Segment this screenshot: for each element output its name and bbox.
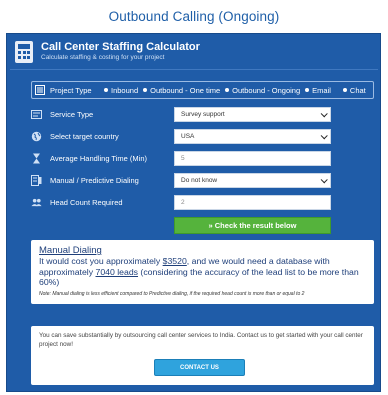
radio-outbound-one-time[interactable]: Outbound - One time <box>143 86 220 95</box>
result-box: Manual Dialing It would cost you approxi… <box>31 240 374 304</box>
hourglass-icon <box>31 153 42 164</box>
headcount-label: Head Count Required <box>50 197 123 207</box>
calculator-panel: Call Center Staffing Calculator Calculat… <box>6 33 381 392</box>
checklist-icon <box>35 85 45 95</box>
radio-inbound[interactable]: Inbound <box>104 86 138 95</box>
radio-dot-icon <box>305 88 310 92</box>
service-icon <box>31 109 42 120</box>
calculator-header: Call Center Staffing Calculator Calculat… <box>13 39 375 64</box>
phone-list-icon <box>31 174 42 186</box>
headcount-input[interactable]: 2 <box>174 195 331 210</box>
calculator-subtitle: Calculate staffing & costing for your pr… <box>41 54 165 61</box>
chevron-down-icon <box>320 110 328 118</box>
project-type-label: Project Type <box>50 85 92 95</box>
project-type-group: Project Type Inbound Outbound - One time… <box>31 81 374 99</box>
page-title: Outbound Calling (Ongoing) <box>108 9 280 24</box>
dialing-label: Manual / Predictive Dialing <box>50 175 139 185</box>
cost-value: $3520 <box>162 256 187 266</box>
globe-icon <box>31 131 42 142</box>
radio-chat[interactable]: Chat <box>342 86 366 95</box>
chevron-down-icon <box>320 132 328 140</box>
calculator-title: Call Center Staffing Calculator <box>41 41 200 53</box>
service-type-select[interactable]: Survey support <box>174 107 331 122</box>
calculator-icon <box>15 40 33 63</box>
service-type-label: Service Type <box>50 109 94 119</box>
users-icon <box>31 197 42 208</box>
header-divider <box>10 69 378 70</box>
contact-us-button[interactable]: CONTACT US <box>154 359 245 376</box>
radio-dot-icon <box>342 88 347 92</box>
radio-outbound-ongoing[interactable]: Outbound - Ongoing <box>225 86 300 95</box>
result-note: Note: Manual dialing is less efficient c… <box>39 290 305 297</box>
aht-input[interactable]: 5 <box>174 151 331 166</box>
radio-dot-icon <box>143 88 148 92</box>
check-result-button[interactable]: » Check the result below <box>174 217 331 234</box>
save-text: You can save substantially by outsourcin… <box>39 332 363 348</box>
country-select[interactable]: USA <box>174 129 331 144</box>
leads-value: 7040 leads <box>95 266 139 277</box>
radio-email[interactable]: Email <box>305 86 331 95</box>
result-text: It would cost you approximately $3520, a… <box>39 256 359 287</box>
aht-label: Average Handling Time (Min) <box>50 153 147 163</box>
save-box: You can save substantially by outsourcin… <box>31 326 374 385</box>
country-label: Select target country <box>50 131 119 141</box>
dialing-select[interactable]: Do not know <box>174 173 331 188</box>
radio-dot-icon <box>225 88 230 92</box>
chevron-down-icon <box>320 176 328 184</box>
radio-dot-icon <box>104 88 108 92</box>
result-title: Manual Dialing <box>39 245 102 256</box>
